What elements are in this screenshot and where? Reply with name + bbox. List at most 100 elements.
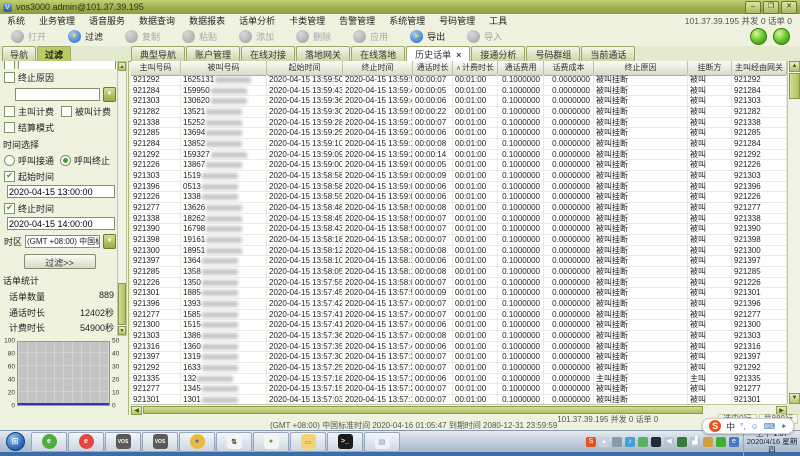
scrollbar-thumb[interactable] — [118, 283, 126, 325]
im-tray-icon[interactable] — [612, 437, 622, 447]
scrollbar-thumb[interactable] — [789, 73, 800, 99]
column-header-caller-number[interactable]: 主叫号码 — [131, 61, 181, 75]
export-button[interactable]: ➤导出 — [399, 30, 456, 43]
table-row[interactable]: 92131613602020-04-15 13:57:352020-04-15 … — [131, 342, 787, 353]
punctuation-icon[interactable]: °, — [740, 422, 745, 431]
sidebar-tab-nav[interactable]: 导航 — [2, 46, 36, 61]
sidebar-tab-filter[interactable]: 过滤 — [37, 46, 71, 61]
menu-item-business-mgmt[interactable]: 业务管理 — [32, 14, 82, 27]
network-signal-icon[interactable]: ▟ — [690, 437, 700, 447]
table-row[interactable]: 921398191612020-04-15 13:58:182020-04-15… — [131, 235, 787, 246]
security-tray-icon[interactable] — [677, 437, 687, 447]
menu-item-data-query[interactable]: 数据查询 — [132, 14, 182, 27]
menu-item-voice-service[interactable]: 语音服务 — [82, 14, 132, 27]
table-row[interactable]: 92130113012020-04-15 13:57:032020-04-15 … — [131, 395, 787, 404]
column-header-callee-number[interactable]: 被叫号码 — [181, 61, 267, 75]
vos-client-2-taskbar-button[interactable]: VOS — [142, 432, 178, 452]
file-explorer-taskbar-button[interactable]: ▭ — [290, 432, 326, 452]
start-button[interactable]: ⊞ — [0, 432, 30, 452]
table-row[interactable]: 92139713642020-04-15 13:58:102020-04-15 … — [131, 256, 787, 267]
menu-item-alarm-mgmt[interactable]: 告警管理 — [332, 14, 382, 27]
end-reason-select[interactable] — [15, 88, 100, 101]
table-row[interactable]: 92139605132020-04-15 13:58:582020-04-15 … — [131, 182, 787, 193]
360-chrome-browser-taskbar-button[interactable]: e — [68, 432, 104, 452]
table-vertical-scrollbar[interactable]: ▲ ▼ — [787, 61, 800, 404]
start-time-checkbox[interactable]: ✔ — [4, 171, 15, 182]
tab-termination-gateway[interactable]: 落地网关 — [296, 46, 350, 61]
wechat-tray-icon[interactable] — [716, 437, 726, 447]
chrome-taskbar-button[interactable]: ● — [179, 432, 215, 452]
table-row[interactable]: 921282135212020-04-15 13:59:302020-04-15… — [131, 107, 787, 118]
tab-number-group[interactable]: 号码群组 — [526, 46, 580, 61]
scroll-up-icon[interactable]: ▲ — [789, 61, 800, 72]
table-row[interactable]: 92127713452020-04-15 13:57:152020-04-15 … — [131, 384, 787, 395]
keyboard-icon[interactable]: ⌨ — [764, 422, 776, 431]
cmd-taskbar-button[interactable]: >_ — [327, 432, 363, 452]
column-header-call-fee[interactable]: 通话费用 — [498, 61, 544, 75]
qq-tray-icon[interactable] — [651, 437, 661, 447]
scroll-down-icon[interactable]: ▼ — [789, 393, 800, 404]
settle-mode-checkbox[interactable] — [4, 122, 15, 133]
tab-history-cdr[interactable]: 历史话单× — [406, 46, 470, 61]
clipped-checkbox[interactable] — [4, 61, 15, 69]
transfer-arrows-taskbar-button[interactable]: ⇅ — [216, 432, 252, 452]
call-end-radio[interactable] — [60, 155, 71, 166]
table-row[interactable]: 9212841599502020-04-15 13:59:432020-04-1… — [131, 86, 787, 97]
scroll-left-icon[interactable]: ◀ — [131, 406, 142, 415]
column-header-caller-gateway[interactable]: 主叫经由网关 — [732, 61, 787, 75]
menu-item-card-mgmt[interactable]: 卡类管理 — [282, 14, 332, 27]
table-row[interactable]: 9212921593272020-04-15 13:59:092020-04-1… — [131, 150, 787, 161]
table-row[interactable]: 921277136262020-04-15 13:58:482020-04-15… — [131, 203, 787, 214]
column-header-billing-duration[interactable]: ∧计费时长 — [453, 61, 498, 75]
tab-online-peer[interactable]: 在线对接 — [241, 46, 295, 61]
column-header-start-time[interactable]: 起始时间 — [267, 61, 343, 75]
menu-item-number-mgmt[interactable]: 号码管理 — [432, 14, 482, 27]
menu-item-cdr-analysis[interactable]: 话单分析 — [232, 14, 282, 27]
notepad-taskbar-button[interactable]: ▤ — [364, 432, 400, 452]
menu-item-system[interactable]: 系统 — [0, 14, 32, 27]
table-row[interactable]: 92122613382020-04-15 13:58:552020-04-15 … — [131, 192, 787, 203]
chevron-down-icon[interactable]: ▼ — [103, 87, 116, 102]
add-button[interactable]: 添加 — [228, 30, 285, 43]
paste-button[interactable]: 粘贴 — [171, 30, 228, 43]
minimize-button[interactable]: – — [745, 1, 761, 14]
table-row[interactable]: 92139713192020-04-15 13:57:302020-04-15 … — [131, 352, 787, 363]
scroll-down-icon[interactable]: ▼ — [118, 326, 126, 335]
maximize-button[interactable]: ❐ — [763, 1, 779, 14]
vos-client-taskbar-button[interactable]: VOS — [105, 432, 141, 452]
clipped-input[interactable] — [18, 61, 116, 69]
table-row[interactable]: 92129216332020-04-15 13:57:252020-04-15 … — [131, 363, 787, 374]
table-row[interactable]: 92129216251312020-04-15 13:59:502020-04-… — [131, 75, 787, 86]
scroll-up-icon[interactable]: ▲ — [118, 62, 126, 71]
column-header-end-reason[interactable]: 终止原因 — [594, 61, 688, 75]
table-row[interactable]: 9213351322020-04-15 13:57:182020-04-15 1… — [131, 374, 787, 385]
music-tray-icon[interactable]: ♪ — [625, 437, 635, 447]
open-button[interactable]: 打开 — [0, 30, 57, 43]
caller-billing-checkbox[interactable] — [4, 106, 15, 117]
table-row[interactable]: 921338152522020-04-15 13:59:282020-04-15… — [131, 118, 787, 129]
browser-tray-icon[interactable]: e — [729, 437, 739, 447]
apply-button[interactable]: 应用 — [342, 30, 399, 43]
table-row[interactable]: 9213031306202020-04-15 13:59:362020-04-1… — [131, 96, 787, 107]
menu-item-tools[interactable]: 工具 — [482, 14, 514, 27]
sidebar-scrollbar[interactable]: ▲ ▼ — [117, 61, 127, 336]
sogou-tray-icon[interactable]: S — [586, 437, 596, 447]
tab-current-calls[interactable]: 当前通话 — [581, 46, 635, 61]
tab-connect-analysis[interactable]: 接通分析 — [471, 46, 525, 61]
table-row[interactable]: 921338182622020-04-15 13:58:452020-04-15… — [131, 214, 787, 225]
menu-item-system-mgmt[interactable]: 系统管理 — [382, 14, 432, 27]
table-row[interactable]: 92139613932020-04-15 13:57:422020-04-15 … — [131, 299, 787, 310]
close-icon[interactable]: × — [456, 50, 461, 60]
import-button[interactable]: 导入 — [456, 30, 513, 43]
tab-typical-nav[interactable]: 典型导航 — [131, 46, 185, 61]
end-time-checkbox[interactable]: ✔ — [4, 203, 15, 214]
table-row[interactable]: 92130118852020-04-15 13:57:452020-04-15 … — [131, 288, 787, 299]
column-header-hangup-side[interactable]: 挂断方 — [688, 61, 732, 75]
cloud-tray-icon[interactable] — [638, 437, 648, 447]
toolbox-icon[interactable]: ✦ — [780, 422, 787, 431]
close-button[interactable]: ✕ — [781, 1, 797, 14]
table-row[interactable]: 92127715852020-04-15 13:57:412020-04-15 … — [131, 310, 787, 321]
sogou-logo-icon[interactable]: S — [709, 420, 721, 432]
table-row[interactable]: 92130313862020-04-15 13:57:362020-04-15 … — [131, 331, 787, 342]
column-header-call-duration[interactable]: 通话时长 — [413, 61, 453, 75]
